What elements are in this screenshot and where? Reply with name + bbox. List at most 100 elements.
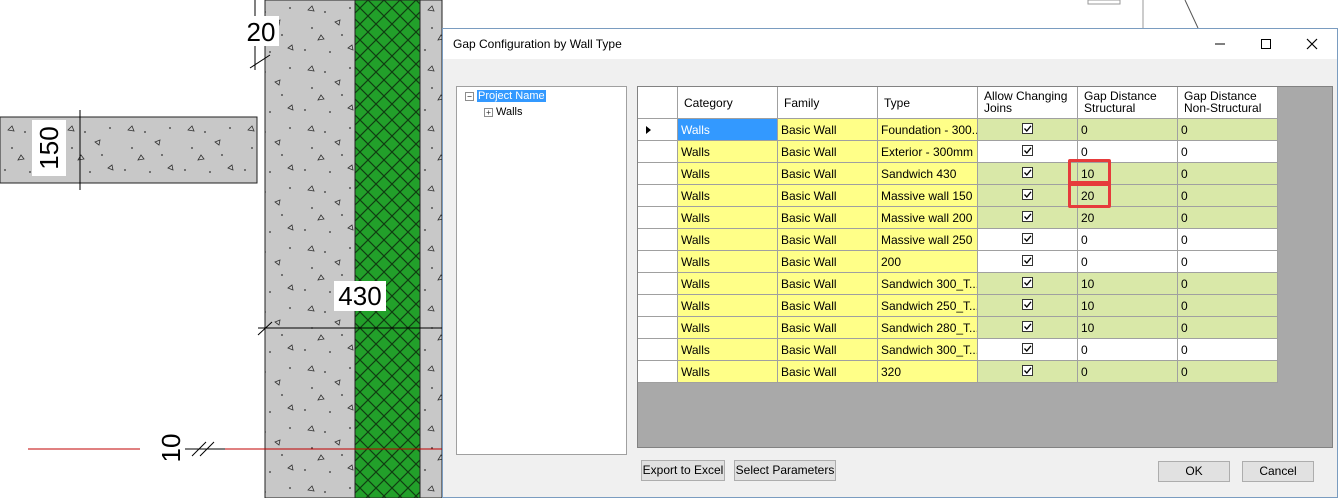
cell-gap-nonstructural[interactable]: 0 bbox=[1178, 229, 1278, 251]
cell-type[interactable]: Sandwich 430 bbox=[878, 163, 978, 185]
cell-allow-changing-joins[interactable] bbox=[978, 339, 1078, 361]
cell-type[interactable]: 200 bbox=[878, 251, 978, 273]
cell-family[interactable]: Basic Wall bbox=[778, 229, 878, 251]
cell-family[interactable]: Basic Wall bbox=[778, 295, 878, 317]
cell-category[interactable]: Walls bbox=[678, 251, 778, 273]
cell-gap-structural[interactable]: 10 bbox=[1078, 295, 1178, 317]
cell-category[interactable]: Walls bbox=[678, 163, 778, 185]
allow-changing-joins-checkbox[interactable] bbox=[1022, 167, 1033, 178]
cell-gap-structural[interactable]: 0 bbox=[1078, 251, 1178, 273]
cell-gap-nonstructural[interactable]: 0 bbox=[1178, 339, 1278, 361]
cell-type[interactable]: Sandwich 250_T... bbox=[878, 295, 978, 317]
cell-category[interactable]: Walls bbox=[678, 119, 778, 141]
cell-category[interactable]: Walls bbox=[678, 317, 778, 339]
cell-type[interactable]: Massive wall 200 bbox=[878, 207, 978, 229]
cell-allow-changing-joins[interactable] bbox=[978, 273, 1078, 295]
tree-node-walls[interactable]: + Walls bbox=[484, 105, 522, 119]
row-header[interactable] bbox=[638, 163, 678, 185]
allow-changing-joins-checkbox[interactable] bbox=[1022, 189, 1033, 200]
row-header[interactable] bbox=[638, 339, 678, 361]
row-header[interactable] bbox=[638, 295, 678, 317]
cell-type[interactable]: Massive wall 250 bbox=[878, 229, 978, 251]
cell-gap-nonstructural[interactable]: 0 bbox=[1178, 163, 1278, 185]
cell-gap-structural[interactable]: 0 bbox=[1078, 229, 1178, 251]
row-header[interactable] bbox=[638, 119, 678, 141]
column-header-gap-structural[interactable]: Gap Distance Structural bbox=[1078, 87, 1178, 119]
cell-family[interactable]: Basic Wall bbox=[778, 119, 878, 141]
row-header[interactable] bbox=[638, 273, 678, 295]
allow-changing-joins-checkbox[interactable] bbox=[1022, 123, 1033, 134]
cell-type[interactable]: Sandwich 280_T... bbox=[878, 317, 978, 339]
cell-type[interactable]: Exterior - 300mm ... bbox=[878, 141, 978, 163]
cell-type[interactable]: Foundation - 300... bbox=[878, 119, 978, 141]
cell-gap-structural[interactable]: 10 bbox=[1078, 273, 1178, 295]
cell-gap-nonstructural[interactable]: 0 bbox=[1178, 295, 1278, 317]
cell-allow-changing-joins[interactable] bbox=[978, 185, 1078, 207]
cell-gap-nonstructural[interactable]: 0 bbox=[1178, 141, 1278, 163]
cell-category[interactable]: Walls bbox=[678, 295, 778, 317]
allow-changing-joins-checkbox[interactable] bbox=[1022, 299, 1033, 310]
allow-changing-joins-checkbox[interactable] bbox=[1022, 343, 1033, 354]
cell-allow-changing-joins[interactable] bbox=[978, 361, 1078, 383]
cell-family[interactable]: Basic Wall bbox=[778, 317, 878, 339]
cell-family[interactable]: Basic Wall bbox=[778, 141, 878, 163]
row-header[interactable] bbox=[638, 141, 678, 163]
cell-gap-nonstructural[interactable]: 0 bbox=[1178, 207, 1278, 229]
cell-category[interactable]: Walls bbox=[678, 185, 778, 207]
cell-allow-changing-joins[interactable] bbox=[978, 163, 1078, 185]
cell-family[interactable]: Basic Wall bbox=[778, 273, 878, 295]
cell-family[interactable]: Basic Wall bbox=[778, 251, 878, 273]
row-header[interactable] bbox=[638, 185, 678, 207]
cancel-button[interactable]: Cancel bbox=[1242, 461, 1314, 482]
allow-changing-joins-checkbox[interactable] bbox=[1022, 277, 1033, 288]
cell-type[interactable]: 320 bbox=[878, 361, 978, 383]
cell-family[interactable]: Basic Wall bbox=[778, 361, 878, 383]
cell-gap-structural[interactable]: 0 bbox=[1078, 339, 1178, 361]
cell-gap-nonstructural[interactable]: 0 bbox=[1178, 251, 1278, 273]
cell-allow-changing-joins[interactable] bbox=[978, 229, 1078, 251]
project-tree[interactable]: − Project Name + Walls bbox=[456, 86, 627, 455]
allow-changing-joins-checkbox[interactable] bbox=[1022, 211, 1033, 222]
select-parameters-button[interactable]: Select Parameters bbox=[734, 460, 836, 481]
wall-type-grid[interactable]: Category Family Type Allow Changing Joins Gap… bbox=[637, 86, 1333, 448]
cell-allow-changing-joins[interactable] bbox=[978, 207, 1078, 229]
minimize-button[interactable] bbox=[1197, 29, 1243, 59]
column-header-category[interactable]: Category bbox=[678, 87, 778, 119]
row-header[interactable] bbox=[638, 207, 678, 229]
cell-family[interactable]: Basic Wall bbox=[778, 163, 878, 185]
cell-allow-changing-joins[interactable] bbox=[978, 317, 1078, 339]
close-button[interactable] bbox=[1289, 29, 1335, 59]
cell-gap-structural[interactable]: 20 bbox=[1078, 207, 1178, 229]
ok-button[interactable]: OK bbox=[1158, 461, 1230, 482]
column-header-family[interactable]: Family bbox=[778, 87, 878, 119]
cell-allow-changing-joins[interactable] bbox=[978, 119, 1078, 141]
column-header-allow-changing-joins[interactable]: Allow Changing Joins bbox=[978, 87, 1078, 119]
cell-category[interactable]: Walls bbox=[678, 207, 778, 229]
cell-gap-nonstructural[interactable]: 0 bbox=[1178, 119, 1278, 141]
collapse-icon[interactable]: − bbox=[465, 91, 474, 101]
column-header-type[interactable]: Type bbox=[878, 87, 978, 119]
cell-gap-structural[interactable]: 0 bbox=[1078, 361, 1178, 383]
cell-category[interactable]: Walls bbox=[678, 273, 778, 295]
row-header[interactable] bbox=[638, 361, 678, 383]
row-header[interactable] bbox=[638, 229, 678, 251]
cell-type[interactable]: Sandwich 300_T... bbox=[878, 339, 978, 361]
allow-changing-joins-checkbox[interactable] bbox=[1022, 321, 1033, 332]
cell-category[interactable]: Walls bbox=[678, 229, 778, 251]
row-header[interactable] bbox=[638, 251, 678, 273]
cell-family[interactable]: Basic Wall bbox=[778, 207, 878, 229]
cell-gap-nonstructural[interactable]: 0 bbox=[1178, 273, 1278, 295]
row-header[interactable] bbox=[638, 317, 678, 339]
cell-category[interactable]: Walls bbox=[678, 361, 778, 383]
cell-gap-nonstructural[interactable]: 0 bbox=[1178, 317, 1278, 339]
cell-type[interactable]: Massive wall 150 bbox=[878, 185, 978, 207]
cell-family[interactable]: Basic Wall bbox=[778, 185, 878, 207]
cell-family[interactable]: Basic Wall bbox=[778, 339, 878, 361]
cell-allow-changing-joins[interactable] bbox=[978, 141, 1078, 163]
allow-changing-joins-checkbox[interactable] bbox=[1022, 255, 1033, 266]
allow-changing-joins-checkbox[interactable] bbox=[1022, 365, 1033, 376]
cell-category[interactable]: Walls bbox=[678, 141, 778, 163]
cell-gap-nonstructural[interactable]: 0 bbox=[1178, 185, 1278, 207]
column-header-gap-nonstructural[interactable]: Gap Distance Non-Structural bbox=[1178, 87, 1278, 119]
allow-changing-joins-checkbox[interactable] bbox=[1022, 233, 1033, 244]
